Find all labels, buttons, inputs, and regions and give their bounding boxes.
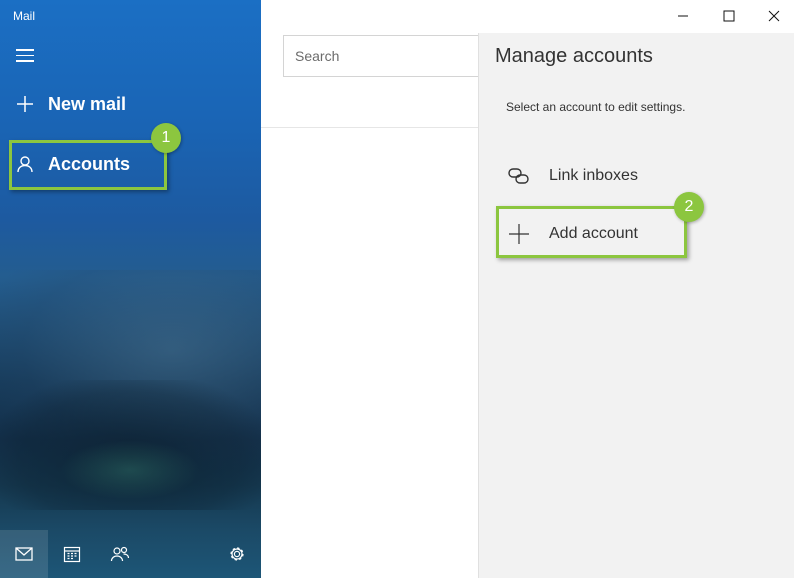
- sidebar: Mail New mail Accounts 1: [0, 0, 261, 578]
- background-glow: [60, 440, 200, 500]
- maximize-icon[interactable]: [706, 0, 752, 32]
- mail-icon[interactable]: [0, 530, 48, 578]
- callout-badge-1: 1: [151, 123, 181, 153]
- message-list-pane: Search: [261, 0, 478, 578]
- window-edge: [794, 0, 798, 578]
- new-mail-button[interactable]: New mail: [14, 93, 126, 115]
- people-icon[interactable]: [96, 530, 144, 578]
- callout-badge-2: 2: [674, 192, 704, 222]
- callout-highlight-accounts: [9, 140, 167, 190]
- link-inboxes-button[interactable]: Link inboxes: [506, 163, 638, 189]
- hamburger-menu-icon[interactable]: [16, 49, 34, 63]
- minimize-icon[interactable]: [660, 0, 706, 32]
- app-title: Mail: [13, 9, 36, 23]
- settings-icon[interactable]: [213, 530, 261, 578]
- manage-accounts-title: Manage accounts: [495, 45, 653, 67]
- title-bar: [478, 0, 798, 33]
- manage-accounts-subtitle: Select an account to edit settings.: [506, 100, 686, 114]
- new-mail-label: New mail: [48, 93, 127, 114]
- search-input[interactable]: Search: [283, 35, 478, 77]
- calendar-icon[interactable]: [48, 530, 96, 578]
- bottom-bar: [0, 530, 261, 578]
- close-icon[interactable]: [751, 0, 797, 32]
- link-icon: [506, 163, 532, 189]
- callout-highlight-add-account: [496, 206, 687, 258]
- manage-accounts-pane: Manage accounts Select an account to edi…: [478, 33, 794, 578]
- plus-icon: [14, 93, 36, 115]
- divider: [261, 127, 478, 128]
- link-inboxes-label: Link inboxes: [549, 167, 638, 184]
